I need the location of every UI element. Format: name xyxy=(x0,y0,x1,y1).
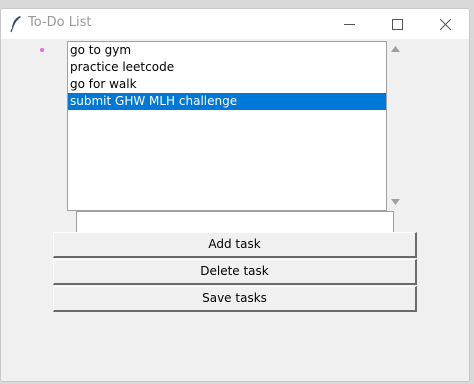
minimize-icon xyxy=(343,23,355,25)
delete-task-button[interactable]: Delete task xyxy=(53,259,417,285)
task-item[interactable]: practice leetcode xyxy=(68,59,386,76)
task-listbox[interactable]: go to gym practice leetcode go for walk … xyxy=(67,41,387,211)
maximize-button[interactable] xyxy=(374,9,420,39)
minimize-button[interactable] xyxy=(326,9,372,39)
maximize-icon xyxy=(391,18,403,30)
pink-dot xyxy=(40,48,44,52)
scroll-down-arrow-icon[interactable] xyxy=(391,199,400,205)
task-item[interactable]: go to gym xyxy=(68,42,386,59)
window-title: To-Do List xyxy=(28,15,92,30)
close-icon xyxy=(439,18,451,30)
close-button[interactable] xyxy=(422,9,468,39)
task-entry-field[interactable] xyxy=(76,211,394,233)
save-tasks-button[interactable]: Save tasks xyxy=(53,286,417,312)
add-task-button[interactable]: Add task xyxy=(53,232,417,258)
title-bar[interactable]: To-Do List xyxy=(1,9,469,39)
scroll-up-arrow-icon[interactable] xyxy=(391,46,400,52)
task-item[interactable]: go for walk xyxy=(68,76,386,93)
app-window: To-Do List go to gym practice leetcode g… xyxy=(0,8,470,382)
task-item-selected[interactable]: submit GHW MLH challenge xyxy=(68,93,386,110)
feather-icon xyxy=(10,16,21,33)
list-scrollbar[interactable] xyxy=(387,41,404,211)
